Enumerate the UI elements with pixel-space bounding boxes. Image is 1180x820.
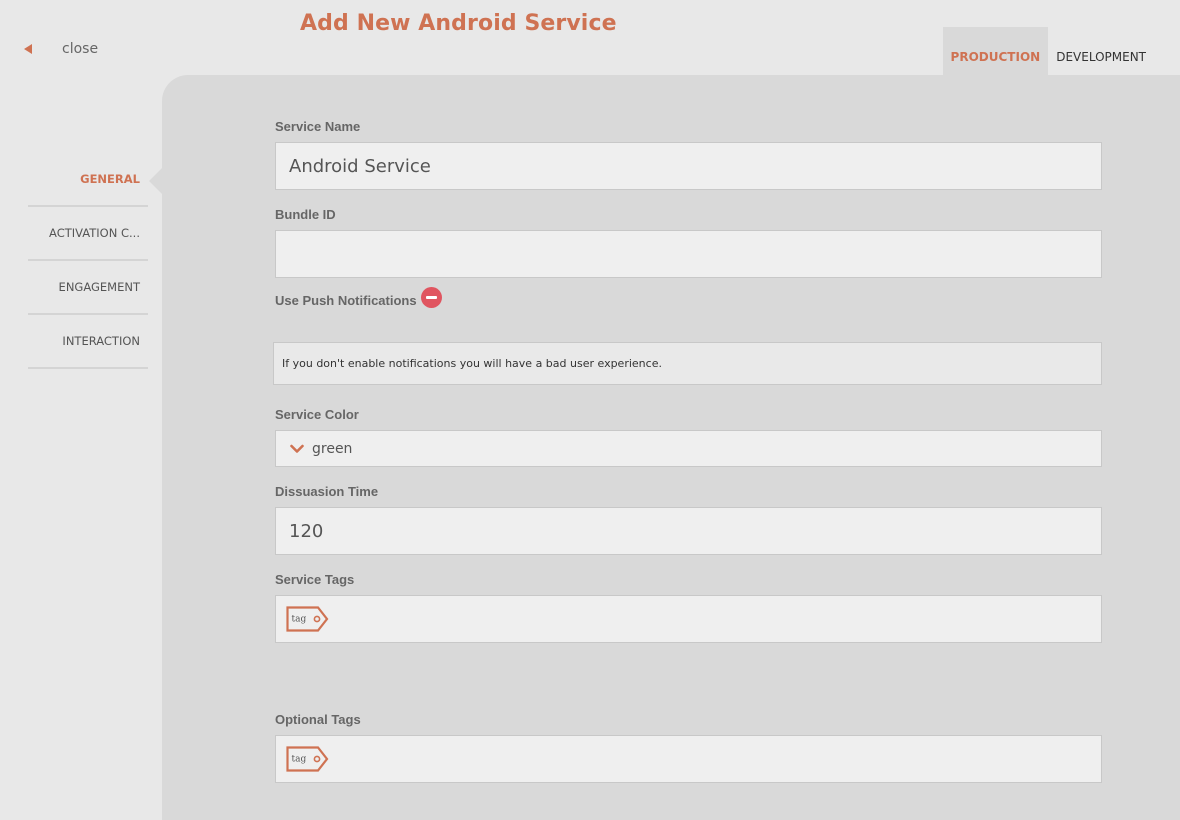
service-name-input[interactable]: Android Service [275,142,1102,190]
dissuasion-time-field: Dissuasion Time 120 [275,484,1102,555]
minus-circle-icon[interactable] [420,287,442,308]
service-color-value: green [312,440,353,457]
section-nav: GENERAL ACTIVATION C... ENGAGEMENT INTER… [28,153,148,369]
active-section-pointer [149,168,162,194]
service-color-field: Service Color green [275,407,1102,467]
notification-warning: If you don't enable notifications you wi… [273,342,1102,385]
optional-tags-input[interactable]: tag [275,735,1102,783]
tab-production[interactable]: PRODUCTION [942,27,1049,75]
service-tags-label: Service Tags [275,572,355,587]
environment-tabs: PRODUCTION DEVELOPMENT [942,27,1154,75]
tab-development[interactable]: DEVELOPMENT [1048,27,1154,75]
push-notifications-label: Use Push Notifications [275,293,417,308]
bundle-id-field: Bundle ID [275,207,1102,278]
dissuasion-time-value: 120 [289,520,324,542]
close-button[interactable]: close [24,41,98,57]
service-tags-input[interactable]: tag [275,595,1102,643]
tag-icon-label: tag [292,615,307,625]
push-notifications-row: Use Push Notifications [275,287,442,311]
service-name-field: Service Name Android Service [275,119,1102,190]
tag-icon[interactable]: tag [286,746,329,772]
nav-item-interaction[interactable]: INTERACTION [28,315,148,369]
service-name-label: Service Name [275,119,361,134]
page-title: Add New Android Service [300,11,617,36]
dissuasion-time-label: Dissuasion Time [275,484,379,499]
bundle-id-input[interactable] [275,230,1102,278]
bundle-id-label: Bundle ID [275,207,336,222]
service-tags-field: Service Tags tag [275,572,1102,643]
back-arrow-icon [24,44,32,54]
service-color-select[interactable]: green [275,430,1102,467]
optional-tags-label: Optional Tags [275,712,361,727]
nav-item-engagement[interactable]: ENGAGEMENT [28,261,148,315]
service-color-label: Service Color [275,407,359,422]
nav-item-general[interactable]: GENERAL [28,153,148,207]
service-name-value: Android Service [289,155,431,177]
dissuasion-time-input[interactable]: 120 [275,507,1102,555]
close-label: close [62,41,99,57]
tag-icon-label: tag [292,755,307,765]
nav-item-activation[interactable]: ACTIVATION C... [28,207,148,261]
optional-tags-field: Optional Tags tag [275,712,1102,783]
chevron-down-icon [290,444,304,453]
tag-icon[interactable]: tag [286,606,329,632]
